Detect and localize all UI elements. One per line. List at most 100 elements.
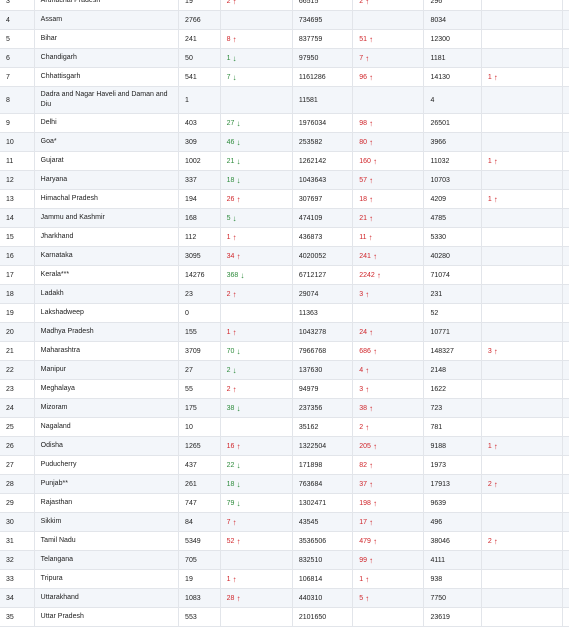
active-cases: 19 — [179, 570, 221, 588]
recovered-cases: 1043278 — [293, 323, 354, 341]
change-value: 52 — [226, 537, 235, 545]
serial-number: 20 — [0, 323, 35, 341]
change-value: 18 — [226, 480, 235, 488]
recovered-change — [353, 608, 425, 626]
arrow-up-icon: ↑ — [372, 346, 377, 356]
table-row: 16 Karnataka 3095 34 ↑ 4020052 241 ↑ 40280 — [0, 247, 569, 266]
arrow-up-icon: ↑ — [232, 289, 237, 299]
active-change: 21 ↓ — [221, 152, 293, 170]
table-row: 11 Gujarat 1002 21 ↓ 1262142 160 ↑ 11032 1 ↑ — [0, 152, 569, 171]
state-name: Telangana — [35, 551, 180, 569]
empty-cell — [563, 68, 569, 86]
deaths-change — [482, 0, 564, 10]
deaths: 17913 — [424, 475, 482, 493]
deaths: 4 — [424, 87, 482, 113]
recovered-change: 17 ↑ — [353, 513, 425, 531]
active-change: 46 ↓ — [221, 133, 293, 151]
deaths: 1622 — [424, 380, 482, 398]
recovered-change — [353, 304, 425, 322]
change-value: 5 — [359, 594, 364, 602]
active-change: 38 ↓ — [221, 399, 293, 417]
active-change: 18 ↓ — [221, 475, 293, 493]
deaths-change — [482, 513, 564, 531]
change-value: 80 — [359, 138, 368, 146]
state-name: Meghalaya — [35, 380, 180, 398]
deaths: 4111 — [424, 551, 482, 569]
recovered-change: 80 ↑ — [353, 133, 425, 151]
deaths: 14130 — [424, 68, 482, 86]
change-value: 1 — [226, 233, 231, 241]
empty-cell — [563, 589, 569, 607]
serial-number: 17 — [0, 266, 35, 284]
serial-number: 34 — [0, 589, 35, 607]
deaths: 71074 — [424, 266, 482, 284]
state-name: Rajasthan — [35, 494, 180, 512]
serial-number: 32 — [0, 551, 35, 569]
arrow-down-icon: ↓ — [236, 403, 241, 413]
change-value: 26 — [226, 195, 235, 203]
recovered-change: 205 ↑ — [353, 437, 425, 455]
change-value: 11 — [359, 233, 367, 241]
active-change: 22 ↓ — [221, 456, 293, 474]
serial-number: 24 — [0, 399, 35, 417]
active-change: 28 ↑ — [221, 589, 293, 607]
change-value: 8 — [226, 35, 231, 43]
table-row: 21 Maharashtra 3709 70 ↓ 7966768 686 ↑ 148327 3 ↑ — [0, 342, 569, 361]
empty-cell — [563, 418, 569, 436]
change-value: 2 — [359, 0, 364, 5]
table-row: 10 Goa* 309 46 ↓ 253582 80 ↑ 3966 — [0, 133, 569, 152]
arrow-up-icon: ↑ — [369, 137, 374, 147]
arrow-down-icon: ↓ — [232, 213, 237, 223]
deaths: 3966 — [424, 133, 482, 151]
serial-number: 8 — [0, 87, 35, 113]
serial-number: 10 — [0, 133, 35, 151]
deaths-change — [482, 361, 564, 379]
recovered-cases: 171898 — [293, 456, 354, 474]
change-value: 2242 — [359, 271, 375, 279]
recovered-change: 2 ↑ — [353, 418, 425, 436]
active-change: 7 ↓ — [221, 68, 293, 86]
deaths-change — [482, 304, 564, 322]
serial-number: 31 — [0, 532, 35, 550]
recovered-change: 3 ↑ — [353, 285, 425, 303]
active-change: 26 ↑ — [221, 190, 293, 208]
change-value: 2 — [226, 290, 231, 298]
arrow-up-icon: ↑ — [372, 156, 377, 166]
change-value: 1 — [487, 195, 492, 203]
arrow-up-icon: ↑ — [365, 0, 370, 6]
deaths-change: 1 ↑ — [482, 152, 564, 170]
change-value: 7 — [226, 73, 231, 81]
recovered-change: 38 ↑ — [353, 399, 425, 417]
recovered-change: 198 ↑ — [353, 494, 425, 512]
active-change: 1 ↑ — [221, 570, 293, 588]
deaths: 38046 — [424, 532, 482, 550]
active-cases: 23 — [179, 285, 221, 303]
active-change: 1 ↑ — [221, 323, 293, 341]
recovered-change: 3 ↑ — [353, 380, 425, 398]
serial-number: 22 — [0, 361, 35, 379]
table-row: 31 Tamil Nadu 5349 52 ↑ 3536506 479 ↑ 38046 2 ↑ — [0, 532, 569, 551]
deaths: 781 — [424, 418, 482, 436]
table-row: 15 Jharkhand 112 1 ↑ 436873 11 ↑ 5330 — [0, 228, 569, 247]
active-change: 2 ↑ — [221, 380, 293, 398]
empty-cell — [563, 304, 569, 322]
arrow-up-icon: ↑ — [369, 213, 374, 223]
state-name: Uttar Pradesh — [35, 608, 180, 626]
active-cases: 2766 — [179, 11, 221, 29]
recovered-cases: 6712127 — [293, 266, 354, 284]
state-name: Tripura — [35, 570, 180, 588]
active-cases: 3709 — [179, 342, 221, 360]
table-row: 22 Manipur 27 2 ↓ 137630 4 ↑ 2148 — [0, 361, 569, 380]
table-row: 3 Arunachal Pradesh 19 2 ↑ 66515 2 ↑ 296 — [0, 0, 569, 11]
active-cases: 241 — [179, 30, 221, 48]
active-change — [221, 11, 293, 29]
change-value: 4 — [359, 366, 364, 374]
active-cases: 3095 — [179, 247, 221, 265]
arrow-down-icon: ↓ — [236, 498, 241, 508]
change-value: 34 — [226, 252, 235, 260]
change-value: 7 — [226, 518, 231, 526]
state-name: Delhi — [35, 114, 180, 132]
change-value: 686 — [359, 347, 371, 355]
deaths: 296 — [424, 0, 482, 10]
table-row: 28 Punjab** 261 18 ↓ 763684 37 ↑ 17913 2 ↑ — [0, 475, 569, 494]
